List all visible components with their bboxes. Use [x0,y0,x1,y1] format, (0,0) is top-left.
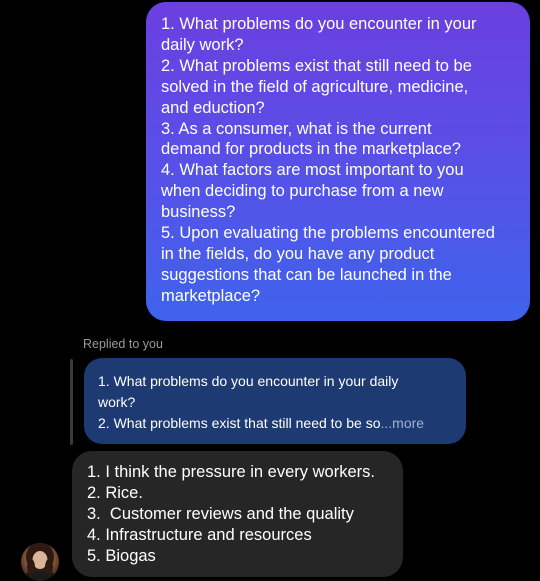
received-message-bubble[interactable]: 1. I think the pressure in every workers… [72,451,403,577]
received-message-line: 5. Biogas [87,547,156,565]
sent-message-line: demand for products in the marketplace? [161,140,461,159]
sent-message-line: when deciding to purchase from a new [161,182,444,201]
avatar-portrait-icon [25,543,55,581]
sent-message-line: 1. What problems do you encounter in you… [161,15,477,33]
sent-message-line: solved in the field of agriculture, medi… [161,77,469,96]
more-link[interactable]: ...more [380,415,424,431]
sent-message-line: 3. As a consumer, what is the current [161,119,432,138]
sender-avatar[interactable] [21,543,59,581]
received-message-line: 2. Rice. [87,484,143,502]
replied-to-you-label: Replied to you [83,337,163,351]
sent-message-line: in the fields, do you have any product [161,244,435,263]
sent-message-line: daily work? [161,35,244,54]
quoted-message-line: work? [98,394,136,410]
quoted-message-bubble[interactable]: 1. What problems do you encounter in you… [84,358,466,444]
sent-message-line: 4. What factors are most important to yo… [161,161,464,180]
sent-message-line: marketplace? [161,286,261,305]
received-message-line: 4. Infrastructure and resources [87,526,312,544]
received-message-line: 1. I think the pressure in every workers… [87,463,375,481]
quoted-message-truncated-text: 2. What problems exist that still need t… [98,415,381,431]
sent-message-bubble[interactable]: 1. What problems do you encounter in you… [146,2,530,321]
sent-message-line: 5. Upon evaluating the problems encounte… [161,224,495,243]
sent-message-line: suggestions that can be launched in the [161,265,452,284]
sent-message-line: and eduction? [161,98,265,117]
quoted-message-line: 1. What problems do you encounter in you… [98,373,399,389]
sent-message-line: 2. What problems exist that still need t… [161,56,472,75]
reply-indicator-bar [70,359,73,445]
sent-message-line: business? [161,203,236,222]
quoted-message-line: 2. What problems exist that still need t… [98,413,452,434]
received-message-line: 3. Customer reviews and the quality [87,505,354,523]
